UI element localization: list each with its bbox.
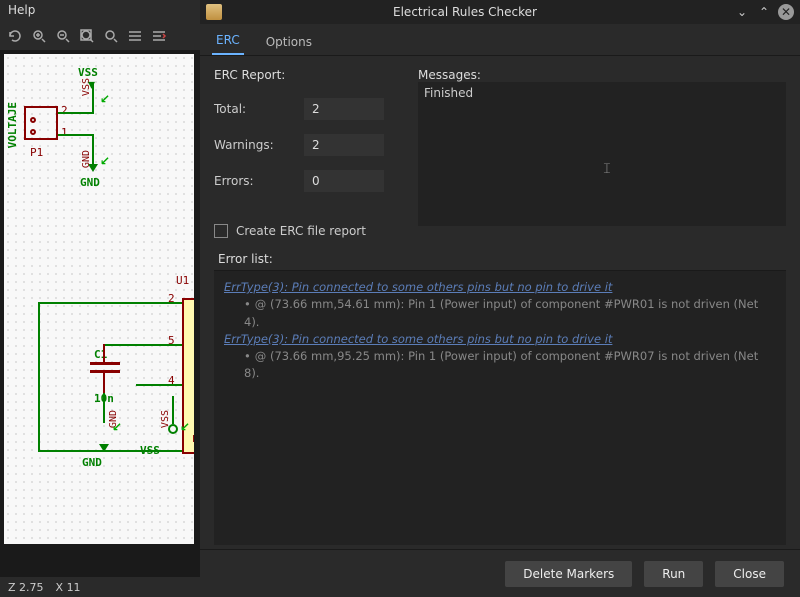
zoom-selection-icon[interactable] [100,25,122,47]
wire [104,344,182,346]
zoom-fit-icon[interactable] [76,25,98,47]
run-button[interactable]: Run [644,561,703,587]
close-icon[interactable]: ✕ [778,4,794,20]
zoom-out-icon[interactable] [52,25,74,47]
erc-marker[interactable]: ↙ [100,92,110,106]
gnd-arrow [99,444,109,452]
menu-help[interactable]: Help [8,3,35,17]
label-gnd-vert: GND [81,150,92,168]
hierarchy-icon[interactable] [124,25,146,47]
wire [136,384,182,386]
stat-errors-value: 0 [304,170,384,192]
erc-marker[interactable]: ↙ [100,154,110,168]
minimize-icon[interactable]: ⌄ [734,4,750,20]
stat-warnings-value: 2 [304,134,384,156]
label-vss-vert2: VSS [160,410,171,428]
wire [92,96,94,114]
error-link[interactable]: ErrType(3): Pin connected to some others… [224,280,612,294]
tab-erc[interactable]: ERC [212,27,244,55]
wire [152,302,182,304]
wire [58,134,94,136]
tab-options[interactable]: Options [262,29,316,55]
toolbar [0,22,200,50]
delete-markers-button[interactable]: Delete Markers [505,561,632,587]
refresh-icon[interactable] [4,25,26,47]
erc-marker[interactable]: ↙ [112,420,122,434]
stat-errors-label: Errors: [214,174,304,188]
error-list[interactable]: ErrType(3): Pin connected to some others… [214,270,786,545]
cap-plate [90,370,120,373]
wire [172,396,174,424]
schematic-editor-panel: Help VSS VSS ▾ ↙ VOLTAJE 2 1 P1 ↙ GND G [0,0,200,597]
pin-2: 2 [61,104,68,117]
ref-p1: P1 [30,146,43,159]
maximize-icon[interactable]: ⌃ [756,4,772,20]
erc-report-header: ERC Report: [214,68,404,82]
tab-bar: ERC Options [200,24,800,56]
pin-circle [30,117,36,123]
label-gnd-bottom: GND [82,456,102,469]
status-zoom: Z 2.75 [8,581,44,594]
status-bar: Z 2.75 X 11 [0,577,200,597]
label-lm: LM [192,434,194,445]
schematic-canvas[interactable]: VSS VSS ▾ ↙ VOLTAJE 2 1 P1 ↙ GND GND U1 … [4,54,194,544]
power-flag-vss: ▾ [88,77,95,93]
wire [92,134,94,164]
dialog-body: ERC Report: Total: 2 Warnings: 2 Errors:… [200,56,800,549]
error-detail: •@ (73.66 mm,54.61 mm): Pin 1 (Power inp… [224,296,776,331]
erc-marker[interactable]: ↙ [180,420,190,434]
label-gnd: GND [80,176,100,189]
ref-u1: U1 [176,274,189,287]
menubar: Help [0,0,200,22]
stat-total-label: Total: [214,102,304,116]
messages-text: Finished [424,86,473,100]
cap-plate [90,362,120,365]
pin-1: 1 [61,126,68,139]
create-report-checkbox[interactable] [214,224,228,238]
close-button[interactable]: Close [715,561,784,587]
label-voltaje: VOLTAJE [6,102,19,148]
stat-total-value: 2 [304,98,384,120]
leave-sheet-icon[interactable] [148,25,170,47]
create-report-label: Create ERC file report [236,224,366,238]
error-link[interactable]: ErrType(3): Pin connected to some others… [224,332,612,346]
cap-lead [103,373,105,393]
dialog-titlebar[interactable]: Electrical Rules Checker ⌄ ⌃ ✕ [200,0,800,24]
stat-warnings-label: Warnings: [214,138,304,152]
ref-c1: C1 [94,348,107,361]
wire [58,112,94,114]
zoom-in-icon[interactable] [28,25,50,47]
wire [103,393,105,423]
dialog-title: Electrical Rules Checker [200,5,730,19]
dialog-footer: Delete Markers Run Close [200,549,800,597]
error-list-header: Error list: [214,252,786,266]
cap-lead [103,344,105,362]
status-x: X 11 [56,581,81,594]
messages-header: Messages: [418,68,786,82]
messages-box[interactable]: Finished 𝙸 [418,82,786,226]
label-vss-bottom: VSS [140,444,160,457]
component-p1 [24,106,58,140]
pin-circle [30,129,36,135]
text-cursor-icon: 𝙸 [602,161,612,177]
erc-dialog: Electrical Rules Checker ⌄ ⌃ ✕ ERC Optio… [200,0,800,597]
error-detail: •@ (73.66 mm,95.25 mm): Pin 1 (Power inp… [224,348,776,383]
